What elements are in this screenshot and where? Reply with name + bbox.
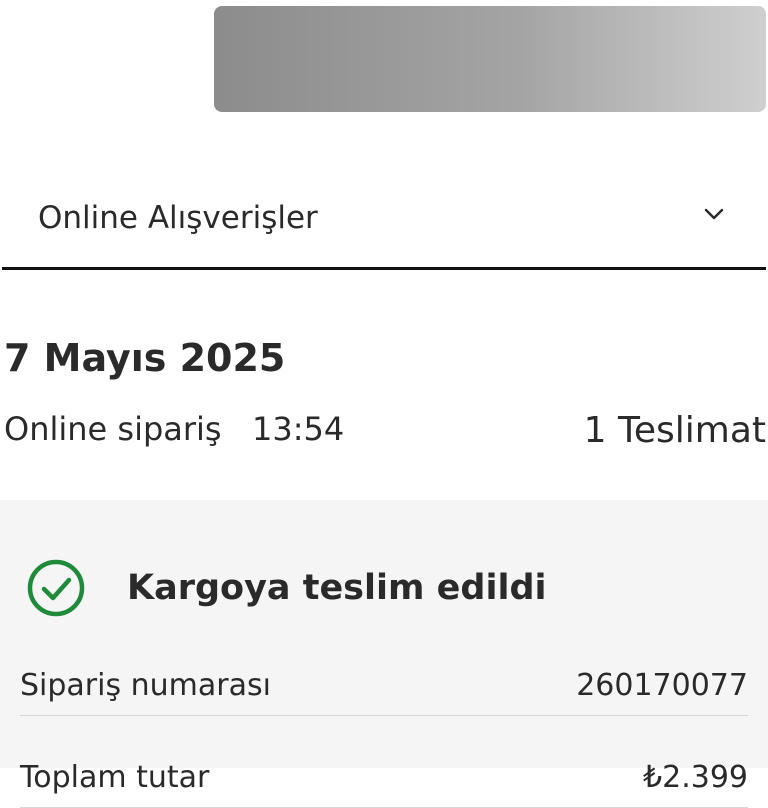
redacted-banner: [214, 6, 766, 112]
detail-label: Toplam tutar: [20, 760, 210, 795]
status-text: Kargoya teslim edildi: [127, 568, 547, 608]
detail-value: ₺2.399: [643, 760, 748, 795]
check-circle-icon: [27, 559, 85, 617]
orders-filter-dropdown[interactable]: Online Alışverişler: [2, 172, 766, 270]
order-status-panel: Kargoya teslim edildi Sipariş numarası 2…: [0, 500, 768, 808]
detail-value: 260170077: [576, 668, 748, 703]
detail-row-total: Toplam tutar ₺2.399: [20, 746, 748, 808]
order-date: 7 Mayıs 2025: [4, 336, 286, 380]
order-type: Online sipariş: [4, 410, 222, 448]
detail-label: Sipariş numarası: [20, 668, 271, 703]
delivery-count[interactable]: 1 Teslimat: [584, 410, 766, 451]
chevron-down-icon[interactable]: [702, 202, 726, 226]
dropdown-label: Online Alışverişler: [38, 200, 318, 236]
order-time: 13:54: [252, 410, 345, 448]
detail-row-order-number: Sipariş numarası 260170077: [20, 654, 748, 716]
